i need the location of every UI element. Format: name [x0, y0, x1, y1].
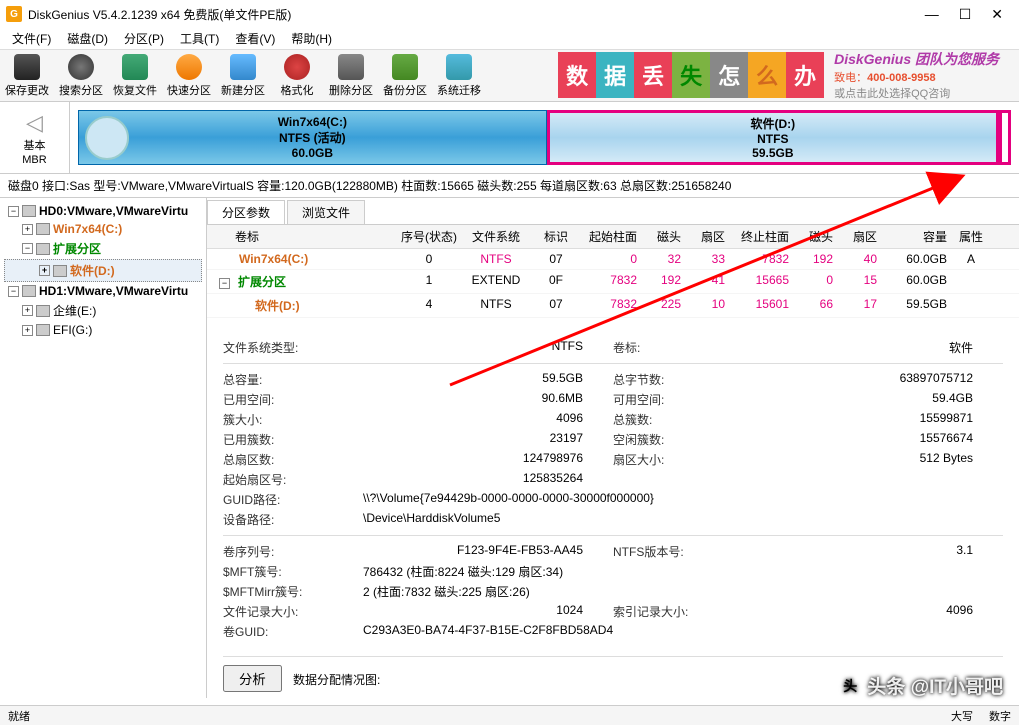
grid-row-ext[interactable]: −扩展分区 1EXTEND 0F 783219241 15665015 60.0…: [207, 270, 1019, 294]
tile-2: 据: [596, 52, 634, 98]
quick-icon: [176, 54, 202, 80]
partition-detail: 文件系统类型:NTFS 卷标:软件 总容量:59.5GB 总字节数:638970…: [207, 329, 1019, 650]
quick-partition-button[interactable]: 快速分区: [162, 51, 216, 101]
backup-icon: [392, 54, 418, 80]
close-button[interactable]: ✕: [991, 6, 1003, 23]
toolbar: 保存更改 搜索分区 恢复文件 快速分区 新建分区 格式化 删除分区 备份分区 系…: [0, 50, 1019, 102]
minimize-button[interactable]: —: [925, 6, 939, 23]
format-button[interactable]: 格式化: [270, 51, 324, 101]
grid-header: 卷标序号(状态) 文件系统标识 起始柱面磁头 扇区终止柱面 磁头扇区 容量属性: [207, 225, 1019, 249]
nav-label-1: 基本: [24, 137, 46, 153]
tree-vol-d[interactable]: +软件(D:): [4, 259, 202, 282]
delete-partition-button[interactable]: 删除分区: [324, 51, 378, 101]
search-icon: [68, 54, 94, 80]
tile-1: 数: [558, 52, 596, 98]
toutiao-icon: 头: [839, 675, 861, 697]
disk-info-bar: 磁盘0 接口:Sas 型号:VMware,VMwareVirtualS 容量:1…: [0, 174, 1019, 198]
delete-icon: [338, 54, 364, 80]
banner-tel: 致电：400-008-9958: [834, 69, 999, 85]
app-icon: G: [6, 6, 22, 22]
partition-highlight-box[interactable]: [999, 110, 1011, 165]
recover-files-button[interactable]: 恢复文件: [108, 51, 162, 101]
volume-icon: [36, 305, 50, 317]
menu-file[interactable]: 文件(F): [8, 28, 55, 49]
backup-partition-button[interactable]: 备份分区: [378, 51, 432, 101]
tree-disk-1[interactable]: −HD1:VMware,VMwareVirtu: [4, 282, 202, 300]
menu-partition[interactable]: 分区(P): [120, 28, 168, 49]
tile-7: 办: [786, 52, 824, 98]
fstype-label: 文件系统类型:: [223, 339, 363, 356]
search-partition-button[interactable]: 搜索分区: [54, 51, 108, 101]
save-button[interactable]: 保存更改: [0, 51, 54, 101]
grid-row-c[interactable]: Win7x64(C:) 0NTFS 07 03233 783219240 60.…: [207, 249, 1019, 270]
partition-grid: 卷标序号(状态) 文件系统标识 起始柱面磁头 扇区终止柱面 磁头扇区 容量属性 …: [207, 225, 1019, 318]
tile-3: 丢: [634, 52, 672, 98]
statusbar: 就绪 大写 数字: [0, 705, 1019, 725]
menu-help[interactable]: 帮助(H): [287, 28, 336, 49]
nav-panel: ◁ 基本 MBR: [0, 102, 70, 173]
migrate-icon: [446, 54, 472, 80]
fstype-value: NTFS: [363, 339, 613, 356]
volume-icon: [53, 265, 67, 277]
tree-ext[interactable]: −扩展分区: [4, 238, 202, 259]
partition-block-d[interactable]: 软件(D:) NTFS 59.5GB: [547, 110, 999, 165]
nav-left-icon[interactable]: ◁: [26, 110, 43, 136]
status-ready: 就绪: [8, 708, 30, 724]
system-migrate-button[interactable]: 系统迁移: [432, 51, 486, 101]
disk-icon: [22, 205, 36, 217]
menu-disk[interactable]: 磁盘(D): [63, 28, 112, 49]
volume-icon: [36, 324, 50, 336]
format-icon: [284, 54, 310, 80]
maximize-button[interactable]: ☐: [959, 6, 972, 23]
new-icon: [230, 54, 256, 80]
ext-icon: [36, 243, 50, 255]
tree-disk-0[interactable]: −HD0:VMware,VMwareVirtu: [4, 202, 202, 220]
tile-5: 怎: [710, 52, 748, 98]
analysis-label: 数据分配情况图:: [293, 673, 380, 687]
window-title: DiskGenius V5.4.2.1239 x64 免费版(单文件PE版): [28, 6, 925, 23]
tile-6: 么: [748, 52, 786, 98]
save-icon: [14, 54, 40, 80]
menu-view[interactable]: 查看(V): [231, 28, 279, 49]
disk-tree: −HD0:VMware,VMwareVirtu +Win7x64(C:) −扩展…: [0, 198, 207, 698]
analyze-button[interactable]: 分析: [223, 665, 282, 692]
nav-label-2: MBR: [22, 154, 46, 166]
banner-slogan: DiskGenius 团队为您服务: [834, 50, 999, 69]
volume-icon: [36, 223, 50, 235]
recover-icon: [122, 54, 148, 80]
partition-block-c[interactable]: Win7x64(C:) NTFS (活动) 60.0GB: [78, 110, 547, 165]
titlebar: G DiskGenius V5.4.2.1239 x64 免费版(单文件PE版)…: [0, 0, 1019, 28]
menu-tools[interactable]: 工具(T): [176, 28, 223, 49]
tab-partition-params[interactable]: 分区参数: [207, 200, 285, 224]
watermark: 头 头条 @IT小哥吧: [839, 672, 1003, 699]
banner-qq: 或点击此处选择QQ咨询: [834, 85, 999, 101]
tab-browse-files[interactable]: 浏览文件: [287, 200, 365, 224]
grid-row-d[interactable]: 软件(D:) 4NTFS 07 783222510 156016617 59.5…: [207, 294, 1019, 318]
status-num: 数字: [989, 708, 1011, 724]
tree-vol-c[interactable]: +Win7x64(C:): [4, 220, 202, 238]
status-caps: 大写: [951, 708, 973, 724]
tile-4: 失: [672, 52, 710, 98]
new-partition-button[interactable]: 新建分区: [216, 51, 270, 101]
tree-vol-g[interactable]: +EFI(G:): [4, 321, 202, 339]
disk-icon: [22, 285, 36, 297]
disk-map-bar: ◁ 基本 MBR Win7x64(C:) NTFS (活动) 60.0GB 软件…: [0, 102, 1019, 174]
ad-banner[interactable]: 数 据 丢 失 怎 么 办 DiskGenius 团队为您服务 致电：400-0…: [558, 50, 1019, 100]
tree-vol-e[interactable]: +企维(E:): [4, 300, 202, 321]
content-tabs: 分区参数 浏览文件: [207, 198, 1019, 225]
menubar: 文件(F) 磁盘(D) 分区(P) 工具(T) 查看(V) 帮助(H): [0, 28, 1019, 50]
